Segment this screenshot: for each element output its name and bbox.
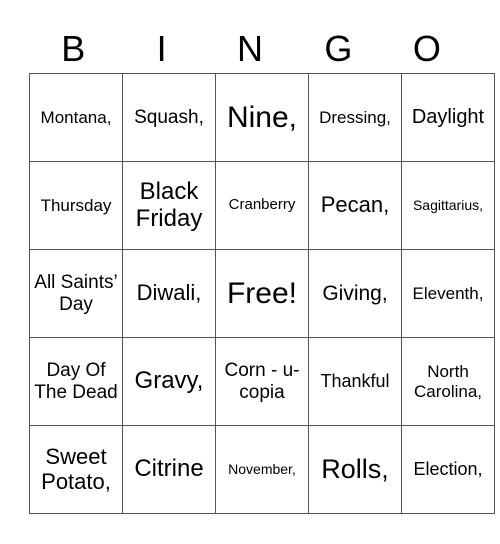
bingo-cell: Giving, [308, 249, 402, 338]
bingo-cell: Pecan, [308, 161, 402, 250]
bingo-row: Thursday Black Friday Cranberry Pecan, S… [29, 161, 495, 250]
bingo-cell: Eleventh, [401, 249, 495, 338]
bingo-cell: Rolls, [308, 425, 402, 514]
bingo-row: Montana, Squash, Nine, Dressing, Dayligh… [29, 73, 495, 162]
bingo-cell: Citrine [122, 425, 216, 514]
bingo-cell: Nine, [215, 73, 309, 162]
bingo-cell: Dressing, [308, 73, 402, 162]
bingo-cell: All Saints’ Day [29, 249, 123, 338]
bingo-cell: Thursday [29, 161, 123, 250]
bingo-cell: Montana, [29, 73, 123, 162]
free-space-cell: Free! [215, 249, 309, 338]
bingo-cell: North Carolina, [401, 337, 495, 426]
bingo-cell: November, [215, 425, 309, 514]
bingo-cell: Squash, [122, 73, 216, 162]
bingo-row: Day Of The Dead Gravy, Corn - u- copia T… [29, 337, 495, 426]
bingo-grid: Montana, Squash, Nine, Dressing, Dayligh… [29, 73, 495, 514]
bingo-cell: Thankful [308, 337, 402, 426]
bingo-cell: Sagittarius, [401, 161, 495, 250]
bingo-cell: Election, [401, 425, 495, 514]
header-letter-b: B [61, 28, 86, 69]
header-letter-i: I [156, 28, 167, 69]
bingo-cell: Daylight [401, 73, 495, 162]
bingo-cell: Cranberry [215, 161, 309, 250]
header-letter-n: N [237, 28, 264, 69]
bingo-cell: Black Friday [122, 161, 216, 250]
bingo-header: B I N G O [29, 26, 471, 72]
bingo-cell: Corn - u- copia [215, 337, 309, 426]
header-letter-o: O [412, 28, 441, 69]
bingo-cell: Sweet Potato, [29, 425, 123, 514]
header-letter-g: G [324, 28, 353, 69]
bingo-row: Sweet Potato, Citrine November, Rolls, E… [29, 425, 495, 514]
bingo-row: All Saints’ Day Diwali, Free! Giving, El… [29, 249, 495, 338]
bingo-cell: Day Of The Dead [29, 337, 123, 426]
bingo-cell: Gravy, [122, 337, 216, 426]
bingo-cell: Diwali, [122, 249, 216, 338]
